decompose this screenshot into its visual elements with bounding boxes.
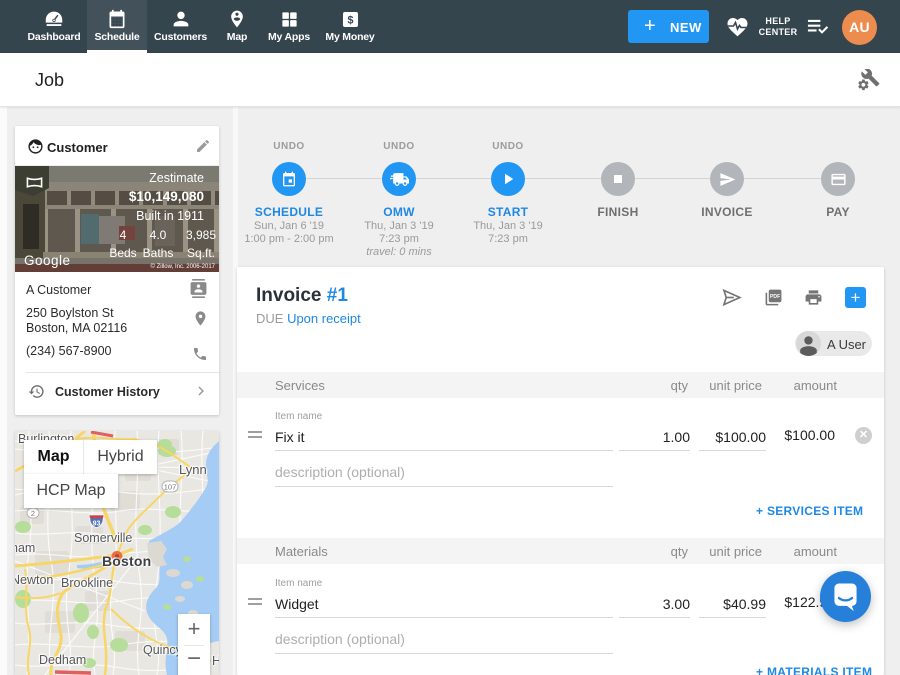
svg-text:PDF: PDF (770, 294, 780, 300)
svg-text:2: 2 (31, 509, 35, 518)
svg-text:93: 93 (93, 521, 101, 528)
svg-text:107: 107 (164, 483, 177, 492)
svg-text:$: $ (348, 15, 354, 27)
